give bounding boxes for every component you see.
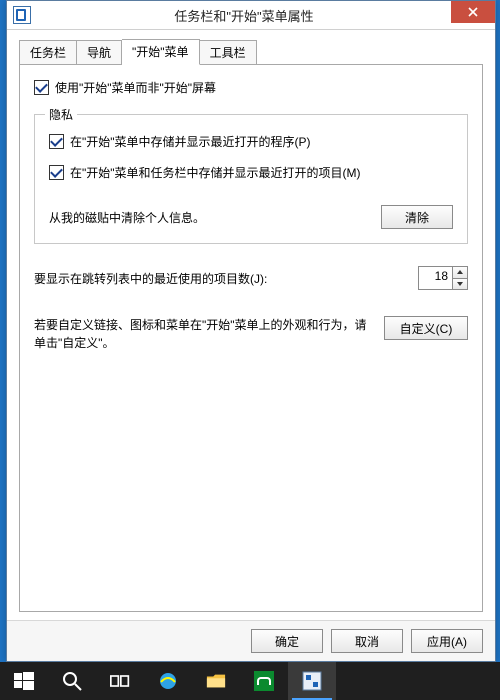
privacy-legend: 隐私 [45, 106, 77, 123]
customize-row: 若要自定义链接、图标和菜单在"开始"菜单上的外观和行为，请单击"自定义"。 自定… [34, 316, 468, 352]
store-button[interactable] [240, 662, 288, 700]
close-button[interactable] [451, 1, 495, 23]
store-programs-row: 在"开始"菜单中存储并显示最近打开的程序(P) [49, 133, 453, 150]
chevron-up-icon [457, 270, 463, 274]
store-items-row: 在"开始"菜单和任务栏中存储并显示最近打开的项目(M) [49, 164, 453, 181]
spinner-arrows [452, 267, 467, 289]
store-programs-checkbox[interactable] [49, 134, 64, 149]
use-start-menu-row: 使用"开始"菜单而非"开始"屏幕 [34, 79, 468, 96]
tabstrip: 任务栏 导航 "开始"菜单 工具栏 [19, 40, 483, 64]
clear-desc: 从我的磁贴中清除个人信息。 [49, 209, 205, 226]
store-items-label: 在"开始"菜单和任务栏中存储并显示最近打开的项目(M) [70, 164, 361, 181]
dialog-buttons: 确定 取消 应用(A) [7, 620, 495, 661]
client-area: 任务栏 导航 "开始"菜单 工具栏 使用"开始"菜单而非"开始"屏幕 隐私 在"… [7, 30, 495, 620]
store-programs-label: 在"开始"菜单中存储并显示最近打开的程序(P) [70, 133, 311, 150]
ok-button[interactable]: 确定 [251, 629, 323, 653]
titlebar: 任务栏和"开始"菜单属性 [7, 1, 495, 30]
jumplist-spinner[interactable]: 18 [418, 266, 468, 290]
store-items-checkbox[interactable] [49, 165, 64, 180]
privacy-group: 隐私 在"开始"菜单中存储并显示最近打开的程序(P) 在"开始"菜单和任务栏中存… [34, 114, 468, 244]
windows-logo-icon [14, 671, 34, 691]
search-button[interactable] [48, 662, 96, 700]
start-button[interactable] [0, 662, 48, 700]
tab-taskbar[interactable]: 任务栏 [19, 40, 77, 65]
use-start-menu-checkbox[interactable] [34, 80, 49, 95]
tab-toolbars[interactable]: 工具栏 [200, 40, 257, 65]
internet-explorer-icon [158, 671, 178, 691]
task-view-button[interactable] [96, 662, 144, 700]
system-taskbar [0, 662, 500, 700]
cancel-button[interactable]: 取消 [331, 629, 403, 653]
taskbar-properties-dialog: 任务栏和"开始"菜单属性 任务栏 导航 "开始"菜单 工具栏 使用"开始"菜单而… [6, 0, 496, 662]
taskbar-properties-icon [302, 671, 322, 691]
jumplist-label: 要显示在跳转列表中的最近使用的项目数(J): [34, 270, 267, 287]
explorer-button[interactable] [192, 662, 240, 700]
customize-desc: 若要自定义链接、图标和菜单在"开始"菜单上的外观和行为，请单击"自定义"。 [34, 316, 372, 352]
system-icon [13, 6, 31, 24]
tab-navigation[interactable]: 导航 [77, 40, 122, 65]
taskbar-properties-button[interactable] [288, 662, 336, 700]
jumplist-row: 要显示在跳转列表中的最近使用的项目数(J): 18 [34, 266, 468, 290]
clear-row: 从我的磁贴中清除个人信息。 清除 [49, 205, 453, 229]
ie-button[interactable] [144, 662, 192, 700]
search-icon [62, 671, 82, 691]
spinner-down[interactable] [453, 278, 467, 290]
apply-button[interactable]: 应用(A) [411, 629, 483, 653]
store-icon [254, 671, 274, 691]
customize-button[interactable]: 自定义(C) [384, 316, 468, 340]
spinner-up[interactable] [453, 267, 467, 278]
task-view-icon [110, 671, 130, 691]
tabpage-start-menu: 使用"开始"菜单而非"开始"屏幕 隐私 在"开始"菜单中存储并显示最近打开的程序… [19, 64, 483, 612]
tab-start-menu[interactable]: "开始"菜单 [122, 39, 200, 65]
folder-icon [206, 671, 226, 691]
clear-button[interactable]: 清除 [381, 205, 453, 229]
window-title: 任务栏和"开始"菜单属性 [37, 6, 451, 25]
use-start-menu-label: 使用"开始"菜单而非"开始"屏幕 [55, 79, 216, 96]
close-icon [468, 7, 478, 17]
chevron-down-icon [457, 282, 463, 286]
jumplist-value[interactable]: 18 [419, 267, 452, 289]
